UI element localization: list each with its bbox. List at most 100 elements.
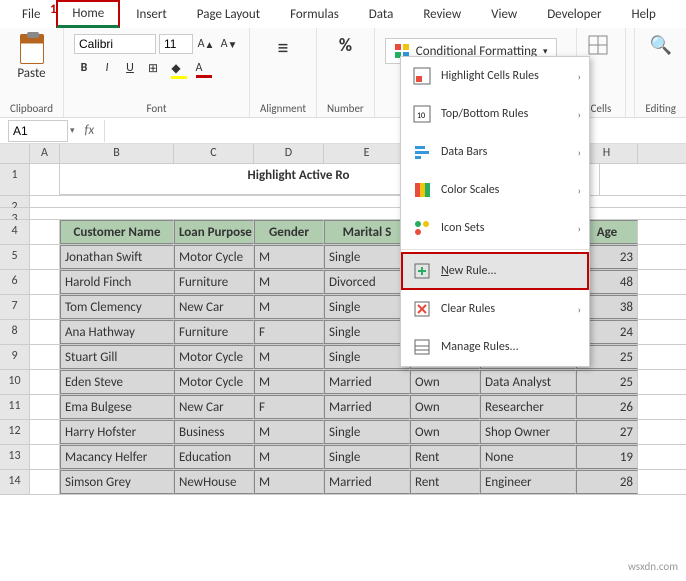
menu-home[interactable]: Home — [56, 0, 120, 28]
cell-customer[interactable]: Macancy Helfer — [60, 445, 174, 469]
cell-loan[interactable]: Motor Cycle — [174, 370, 254, 394]
cf-data-bars[interactable]: Data Bars › — [401, 133, 589, 171]
cell-loan[interactable]: Business — [174, 420, 254, 444]
row-header[interactable]: 12 — [0, 420, 30, 444]
cell-g[interactable]: None — [480, 445, 576, 469]
cell-customer[interactable]: Harry Hofster — [60, 420, 174, 444]
editing-button[interactable]: 🔍 — [649, 34, 671, 56]
cell-age[interactable]: 19 — [576, 445, 638, 469]
decrease-font-icon[interactable]: A▼ — [219, 34, 239, 54]
col-header-a[interactable]: A — [30, 144, 60, 163]
cell-customer[interactable]: Harold Finch — [60, 270, 174, 294]
menu-page-layout[interactable]: Page Layout — [183, 3, 274, 26]
cell-marital[interactable]: Single — [324, 445, 410, 469]
cell-marital[interactable]: Single — [324, 345, 410, 369]
bold-button[interactable]: B — [74, 58, 94, 78]
row-header[interactable]: 3 — [0, 208, 30, 219]
cell-customer[interactable]: Stuart Gill — [60, 345, 174, 369]
cell[interactable] — [30, 295, 60, 319]
cell-gender[interactable]: M — [254, 245, 324, 269]
menu-file[interactable]: File — [8, 3, 54, 26]
alignment-button[interactable]: ≡ — [278, 34, 289, 61]
cell-loan[interactable]: Furniture — [174, 270, 254, 294]
cell-marital[interactable]: Married — [324, 470, 410, 494]
row-header[interactable]: 4 — [0, 220, 30, 244]
cell-customer[interactable]: Ema Bulgese — [60, 395, 174, 419]
cells-button[interactable] — [587, 34, 615, 62]
header-marital[interactable]: Marital S — [324, 220, 410, 244]
cell-f[interactable]: Own — [410, 370, 480, 394]
cell[interactable] — [30, 445, 60, 469]
cell-g[interactable]: Researcher — [480, 395, 576, 419]
cf-highlight-cells[interactable]: Highlight Cells Rules › — [401, 57, 589, 95]
menu-view[interactable]: View — [477, 3, 531, 26]
cell[interactable] — [30, 370, 60, 394]
cell-g[interactable]: Shop Owner — [480, 420, 576, 444]
cell[interactable] — [30, 420, 60, 444]
row-header[interactable]: 1 — [0, 164, 30, 195]
header-customer[interactable]: Customer Name — [60, 220, 174, 244]
cf-icon-sets[interactable]: Icon Sets › — [401, 209, 589, 247]
row-header[interactable]: 8 — [0, 320, 30, 344]
cell[interactable] — [30, 320, 60, 344]
underline-button[interactable]: U — [120, 58, 140, 78]
col-header-e[interactable]: E — [324, 144, 410, 163]
cell-loan[interactable]: New Car — [174, 395, 254, 419]
cell-loan[interactable]: New Car — [174, 295, 254, 319]
cell-age[interactable]: 27 — [576, 420, 638, 444]
cell[interactable] — [30, 245, 60, 269]
col-header-d[interactable]: D — [254, 144, 324, 163]
cf-new-rule[interactable]: New Rule... — [401, 252, 589, 290]
cell-marital[interactable]: Married — [324, 395, 410, 419]
cell[interactable] — [30, 395, 60, 419]
font-color-button[interactable]: A — [189, 58, 209, 78]
row-header[interactable]: 11 — [0, 395, 30, 419]
cell-customer[interactable]: Eden Steve — [60, 370, 174, 394]
cell-gender[interactable]: M — [254, 420, 324, 444]
cell-gender[interactable]: M — [254, 470, 324, 494]
header-loan[interactable]: Loan Purpose — [174, 220, 254, 244]
paste-button[interactable]: Paste — [17, 34, 45, 81]
increase-font-icon[interactable]: A▲ — [196, 34, 216, 54]
cell-g[interactable]: Engineer — [480, 470, 576, 494]
row-header[interactable]: 7 — [0, 295, 30, 319]
italic-button[interactable]: I — [97, 58, 117, 78]
menu-help[interactable]: Help — [617, 3, 669, 26]
header-gender[interactable]: Gender — [254, 220, 324, 244]
row-header[interactable]: 13 — [0, 445, 30, 469]
cell-customer[interactable]: Simson Grey — [60, 470, 174, 494]
dropdown-icon[interactable]: ▾ — [70, 125, 75, 136]
cell-customer[interactable]: Tom Clemency — [60, 295, 174, 319]
font-name-select[interactable] — [74, 34, 156, 54]
cell-loan[interactable]: Furniture — [174, 320, 254, 344]
cell[interactable] — [30, 345, 60, 369]
cf-color-scales[interactable]: Color Scales › — [401, 171, 589, 209]
cell-marital[interactable]: Single — [324, 420, 410, 444]
cell-loan[interactable]: Education — [174, 445, 254, 469]
cell-gender[interactable]: M — [254, 270, 324, 294]
row-header[interactable]: 5 — [0, 245, 30, 269]
cell-customer[interactable]: Ana Hathway — [60, 320, 174, 344]
cell-customer[interactable]: Jonathan Swift — [60, 245, 174, 269]
cell-age[interactable]: 26 — [576, 395, 638, 419]
menu-formulas[interactable]: Formulas — [276, 3, 353, 26]
name-box[interactable] — [8, 120, 68, 142]
cf-top-bottom[interactable]: 10 Top/Bottom Rules › — [401, 95, 589, 133]
cell-gender[interactable]: M — [254, 445, 324, 469]
menu-developer[interactable]: Developer — [533, 3, 615, 26]
cell-loan[interactable]: NewHouse — [174, 470, 254, 494]
cell-marital[interactable]: Single — [324, 245, 410, 269]
cell-f[interactable]: Own — [410, 395, 480, 419]
cell-marital[interactable]: Single — [324, 295, 410, 319]
menu-review[interactable]: Review — [409, 3, 475, 26]
cell-marital[interactable]: Married — [324, 370, 410, 394]
cell-f[interactable]: Rent — [410, 445, 480, 469]
fx-icon[interactable]: fx — [85, 123, 95, 138]
cell-g[interactable]: Data Analyst — [480, 370, 576, 394]
row-header[interactable]: 10 — [0, 370, 30, 394]
fill-color-button[interactable]: ◆ — [166, 58, 186, 78]
cell-gender[interactable]: F — [254, 320, 324, 344]
cell-gender[interactable]: M — [254, 295, 324, 319]
cell[interactable] — [30, 164, 60, 195]
cell-gender[interactable]: M — [254, 345, 324, 369]
